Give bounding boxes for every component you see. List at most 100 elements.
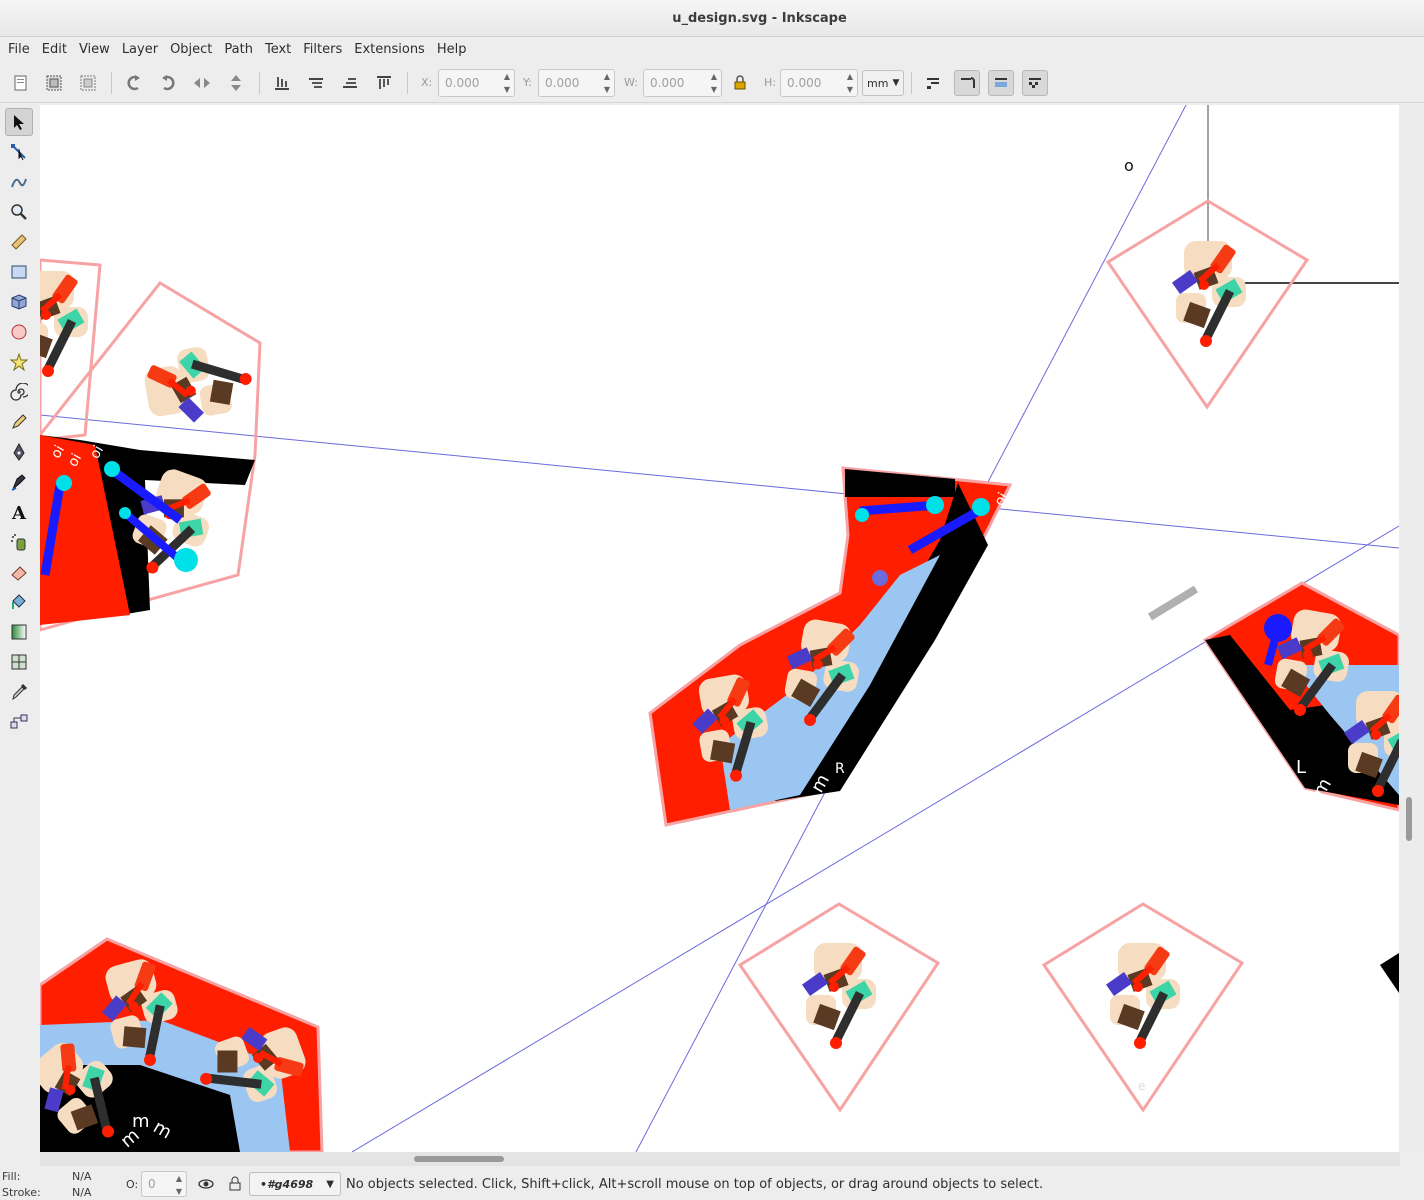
pencil-tool-icon[interactable] xyxy=(5,408,33,436)
y-input[interactable] xyxy=(539,76,599,90)
calligraphy-tool-icon[interactable] xyxy=(5,468,33,496)
x-label: X: xyxy=(421,76,433,89)
fill-label: Fill: xyxy=(2,1170,21,1183)
board-center: oi R m xyxy=(648,466,1013,827)
text-tool-icon[interactable]: A xyxy=(5,498,33,526)
scale-stroke-icon[interactable] xyxy=(920,70,946,96)
footprint-diamond-bottom-1 xyxy=(737,902,941,1113)
chevron-down-icon: ▼ xyxy=(326,1178,334,1190)
lock-icon[interactable] xyxy=(228,1176,242,1196)
node-tool-icon[interactable] xyxy=(5,138,33,166)
h-spinbox[interactable]: ▲▼ xyxy=(780,69,858,97)
status-bar: Fill: N/A Stroke: N/A O: ▲▼ •#g4698 ▼ No… xyxy=(0,1168,1424,1200)
horizontal-scroll-thumb[interactable] xyxy=(414,1156,504,1162)
vertical-scrollbar[interactable] xyxy=(1400,105,1424,1152)
label-l: L xyxy=(1296,757,1306,778)
stroke-value[interactable]: N/A xyxy=(72,1186,91,1199)
gradient-tool-icon[interactable] xyxy=(5,618,33,646)
board-bottom-left: m m m xyxy=(40,937,324,1152)
menu-file[interactable]: File xyxy=(2,37,36,63)
unit-select[interactable]: mm ▼ xyxy=(862,70,904,96)
inkscape-window: u_design.svg - Inkscape File Edit View L… xyxy=(0,0,1424,1200)
menu-filters[interactable]: Filters xyxy=(297,37,348,63)
window-title: u_design.svg - Inkscape xyxy=(672,11,847,26)
y-spinbox[interactable]: ▲▼ xyxy=(538,69,615,97)
opacity-input[interactable] xyxy=(142,1177,172,1191)
rectangle-tool-icon[interactable] xyxy=(5,258,33,286)
eraser-tool-icon[interactable] xyxy=(5,558,33,586)
mesh-tool-icon[interactable] xyxy=(5,648,33,676)
menu-bar: File Edit View Layer Object Path Text Fi… xyxy=(0,37,1424,63)
zoom-tool-icon[interactable] xyxy=(5,198,33,226)
raise-to-top-icon[interactable] xyxy=(371,70,397,96)
x-spinbox[interactable]: ▲▼ xyxy=(438,69,515,97)
measure-tool-icon[interactable] xyxy=(5,228,33,256)
paint-bucket-tool-icon[interactable] xyxy=(5,588,33,616)
title-bar: u_design.svg - Inkscape xyxy=(0,0,1424,37)
menu-layer[interactable]: Layer xyxy=(116,37,164,63)
w-label: W: xyxy=(624,76,638,89)
opacity-label: O: xyxy=(126,1178,139,1191)
h-label: H: xyxy=(764,76,776,89)
lower-to-bottom-icon[interactable] xyxy=(269,70,295,96)
3d-box-tool-icon[interactable] xyxy=(5,288,33,316)
vertical-scroll-thumb[interactable] xyxy=(1406,797,1412,841)
drawing-canvas[interactable]: o e oi R m oi oi oi L m m m m xyxy=(40,105,1399,1152)
move-patterns-icon[interactable] xyxy=(1022,70,1048,96)
unit-value: mm xyxy=(867,76,889,90)
status-message: No objects selected. Click, Shift+click,… xyxy=(346,1177,1044,1192)
raise-icon[interactable] xyxy=(337,70,363,96)
select-all-layers-icon[interactable] xyxy=(41,70,67,96)
spray-tool-icon[interactable] xyxy=(5,528,33,556)
w-spinbox[interactable]: ▲▼ xyxy=(643,69,722,97)
svg-text:e: e xyxy=(1138,1079,1145,1093)
current-layer-value: •#g4698 xyxy=(260,1177,314,1191)
footprint-diamond-bottom-2: e xyxy=(1041,902,1245,1113)
w-input[interactable] xyxy=(644,76,704,90)
menu-edit[interactable]: Edit xyxy=(36,37,73,63)
lock-proportions-icon[interactable] xyxy=(727,70,753,96)
star-tool-icon[interactable] xyxy=(5,348,33,376)
label-o: o xyxy=(1124,156,1134,175)
gray-bar xyxy=(1147,585,1199,621)
menu-extensions[interactable]: Extensions xyxy=(348,37,431,63)
menu-view[interactable]: View xyxy=(73,37,116,63)
move-gradients-icon[interactable] xyxy=(988,70,1014,96)
selector-tool-icon[interactable] xyxy=(5,108,33,136)
fill-value[interactable]: N/A xyxy=(72,1170,91,1183)
connector-tool-icon[interactable] xyxy=(5,708,33,736)
menu-help[interactable]: Help xyxy=(431,37,473,63)
tweak-tool-icon[interactable] xyxy=(5,168,33,196)
board-right: L m xyxy=(1202,581,1399,812)
opacity-spinbox[interactable]: ▲▼ xyxy=(141,1171,187,1197)
ellipse-tool-icon[interactable] xyxy=(5,318,33,346)
spiral-tool-icon[interactable] xyxy=(5,378,33,406)
svg-text:m: m xyxy=(132,1111,150,1132)
h-input[interactable] xyxy=(781,76,841,90)
select-all-icon[interactable] xyxy=(7,70,33,96)
menu-path[interactable]: Path xyxy=(218,37,259,63)
rotate-cw-icon[interactable] xyxy=(155,70,181,96)
pen-tool-icon[interactable] xyxy=(5,438,33,466)
tool-controls-bar: X: ▲▼ Y: ▲▼ W: ▲▼ H: ▲▼ mm ▼ xyxy=(0,63,1424,103)
menu-text[interactable]: Text xyxy=(259,37,297,63)
menu-object[interactable]: Object xyxy=(164,37,218,63)
dropper-tool-icon[interactable] xyxy=(5,678,33,706)
current-layer-select[interactable]: •#g4698 ▼ xyxy=(249,1172,341,1196)
deselect-icon[interactable] xyxy=(75,70,101,96)
lower-icon[interactable] xyxy=(303,70,329,96)
board-left: oi oi oi xyxy=(40,258,260,632)
horizontal-scrollbar[interactable] xyxy=(40,1152,1400,1166)
rotate-ccw-icon[interactable] xyxy=(121,70,147,96)
chevron-down-icon: ▼ xyxy=(892,78,900,88)
stroke-label: Stroke: xyxy=(2,1186,41,1199)
flip-horizontal-icon[interactable] xyxy=(189,70,215,96)
svg-text:A: A xyxy=(11,503,27,521)
partial-shape-right xyxy=(1380,953,1399,993)
scale-corners-icon[interactable] xyxy=(954,70,980,96)
eye-icon[interactable] xyxy=(198,1176,214,1196)
flip-vertical-icon[interactable] xyxy=(223,70,249,96)
x-input[interactable] xyxy=(439,76,499,90)
toolbox: A xyxy=(0,104,38,1152)
label-r: R xyxy=(835,761,845,777)
